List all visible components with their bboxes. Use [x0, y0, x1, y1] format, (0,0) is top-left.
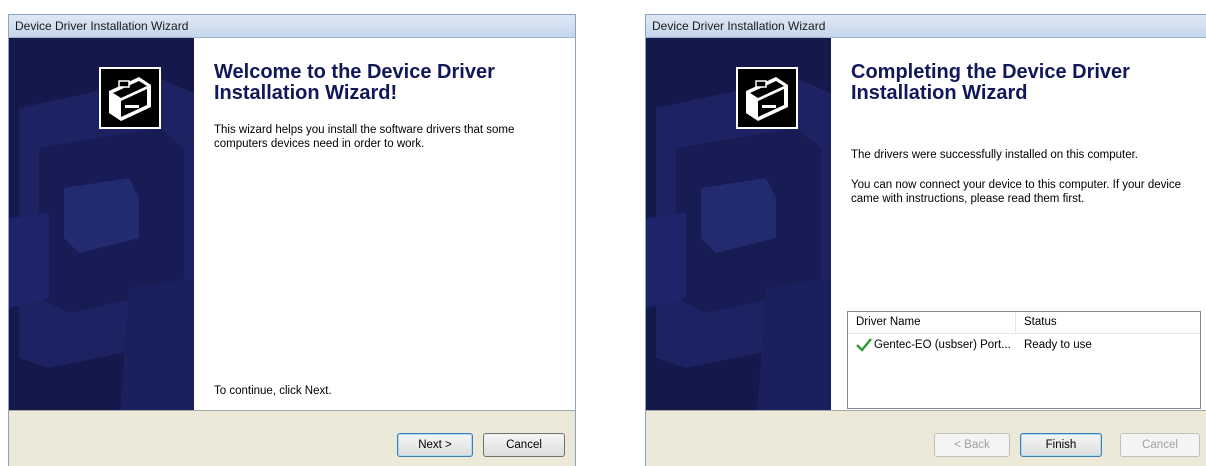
driver-list-header: Driver Name Status	[848, 312, 1200, 334]
column-header-status[interactable]: Status	[1016, 312, 1200, 333]
wizard-side-panel	[9, 38, 194, 411]
finish-button[interactable]: Finish	[1020, 433, 1102, 457]
driver-status-cell: Ready to use	[1024, 339, 1092, 351]
wizard-heading: Completing the Device Driver Installatio…	[851, 61, 1130, 104]
cancel-button[interactable]: Cancel	[483, 433, 565, 457]
column-header-driver-name[interactable]: Driver Name	[848, 312, 1016, 333]
wizard-footer: Next > Cancel	[9, 410, 575, 466]
cancel-button[interactable]: Cancel	[1120, 433, 1200, 457]
wizard-content: Completing the Device Driver Installatio…	[646, 38, 1206, 411]
connect-instructions: You can now connect your device to this …	[851, 179, 1182, 205]
wizard-description: This wizard helps you install the softwa…	[214, 124, 515, 150]
back-button[interactable]: < Back	[934, 433, 1010, 457]
device-box-icon	[736, 67, 798, 129]
device-box-icon	[99, 67, 161, 129]
success-message: The drivers were successfully installed …	[851, 149, 1138, 161]
wizard-footer: < Back Finish Cancel	[646, 410, 1206, 466]
wizard-body: Welcome to the Device Driver Installatio…	[194, 38, 575, 411]
driver-row[interactable]: Gentec-EO (usbser) Port... Ready to use	[848, 334, 1200, 356]
welcome-wizard-window: Device Driver Installation Wizard Welcom…	[8, 14, 576, 466]
next-button[interactable]: Next >	[397, 433, 473, 457]
wizard-content: Welcome to the Device Driver Installatio…	[9, 38, 575, 411]
check-icon	[856, 338, 872, 352]
wizard-side-panel	[646, 38, 831, 411]
continue-instruction: To continue, click Next.	[214, 385, 332, 397]
wizard-heading: Welcome to the Device Driver Installatio…	[214, 61, 495, 104]
window-title[interactable]: Device Driver Installation Wizard	[646, 15, 1206, 38]
driver-list[interactable]: Driver Name Status Gentec-EO (usbser) Po…	[847, 311, 1201, 409]
window-title[interactable]: Device Driver Installation Wizard	[9, 15, 575, 38]
wizard-body: Completing the Device Driver Installatio…	[831, 38, 1206, 411]
completing-wizard-window: Device Driver Installation Wizard Comple…	[645, 14, 1206, 466]
driver-name-cell: Gentec-EO (usbser) Port...	[874, 339, 1011, 351]
